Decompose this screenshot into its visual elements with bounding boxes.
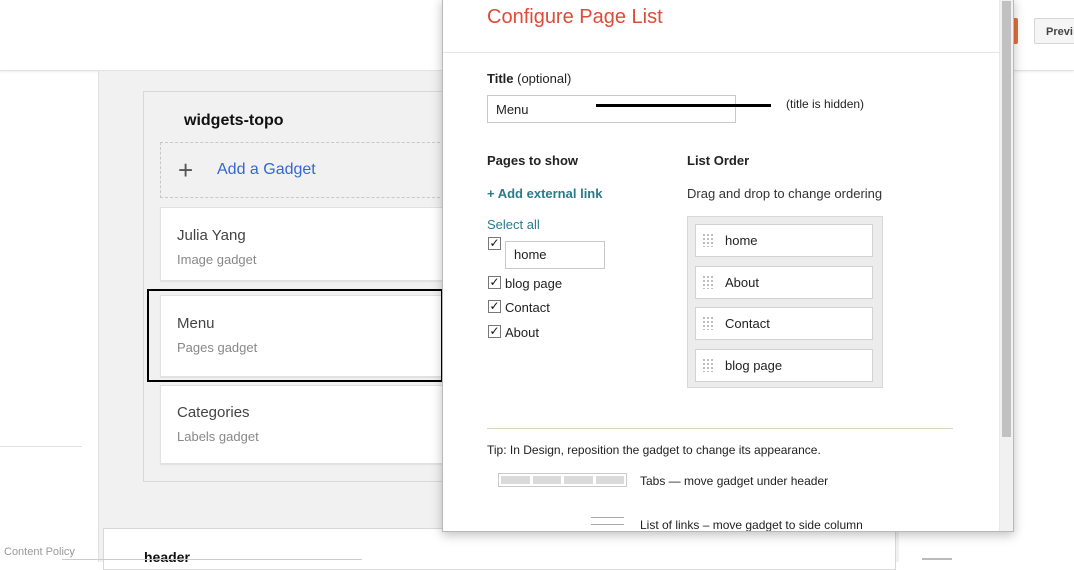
list-order-heading: List Order bbox=[687, 153, 750, 168]
gadget-name: Julia Yang bbox=[177, 227, 246, 244]
page-label: blog page bbox=[505, 276, 563, 291]
list-layout-icon bbox=[591, 517, 624, 531]
pages-heading: Pages to show bbox=[487, 153, 579, 168]
divider bbox=[922, 558, 952, 560]
configure-page-list-dialog: Configure Page List Title (optional) (ti… bbox=[442, 0, 1014, 532]
design-tip: Tip: In Design, reposition the gadget to… bbox=[487, 443, 821, 457]
highlight-annotation bbox=[147, 289, 443, 382]
strike-annotation bbox=[596, 104, 771, 107]
page-title-input[interactable]: home bbox=[505, 241, 605, 269]
order-item-label: About bbox=[725, 275, 759, 290]
select-all-link[interactable]: Select all bbox=[487, 217, 540, 232]
header-section-title: header bbox=[144, 549, 190, 565]
drag-handle-icon[interactable] bbox=[702, 358, 714, 372]
drag-handle-icon[interactable] bbox=[702, 275, 714, 289]
order-item-label: blog page bbox=[725, 358, 783, 373]
add-external-link[interactable]: + Add external link bbox=[487, 186, 602, 201]
page-label: Contact bbox=[505, 300, 550, 315]
divider bbox=[0, 446, 82, 447]
divider bbox=[62, 559, 362, 560]
page-label: About bbox=[505, 325, 539, 340]
order-item-label: Contact bbox=[725, 316, 770, 331]
drag-handle-icon[interactable] bbox=[702, 233, 714, 247]
header-section bbox=[103, 528, 896, 570]
gadget-type: Labels gadget bbox=[177, 429, 259, 444]
order-item[interactable]: About bbox=[695, 266, 873, 299]
scrollbar-thumb[interactable] bbox=[1002, 1, 1011, 437]
order-item[interactable]: Contact bbox=[695, 307, 873, 340]
list-hint: List of links – move gadget to side colu… bbox=[640, 518, 863, 532]
divider bbox=[443, 52, 1001, 53]
tabs-layout-icon bbox=[498, 473, 627, 487]
add-gadget-link[interactable]: Add a Gadget bbox=[217, 161, 316, 179]
order-item-label: home bbox=[725, 233, 758, 248]
order-item[interactable]: blog page bbox=[695, 349, 873, 382]
drag-instruction: Drag and drop to change ordering bbox=[687, 186, 883, 201]
title-input[interactable] bbox=[487, 95, 736, 123]
page-checkbox[interactable]: ✓ bbox=[488, 237, 501, 250]
content-policy-link[interactable]: Content Policy bbox=[4, 546, 75, 558]
order-item[interactable]: home bbox=[695, 224, 873, 257]
page-checkbox[interactable]: ✓ bbox=[488, 276, 501, 289]
section-title: widgets-topo bbox=[184, 112, 284, 129]
gadget-card[interactable]: Categories Labels gadget bbox=[160, 385, 450, 464]
drag-handle-icon[interactable] bbox=[702, 316, 714, 330]
preview-button[interactable]: Previ bbox=[1034, 18, 1074, 44]
tabs-hint: Tabs — move gadget under header bbox=[640, 474, 829, 488]
page-checkbox[interactable]: ✓ bbox=[488, 325, 501, 338]
title-label: Title (optional) bbox=[487, 71, 572, 86]
gadget-card[interactable]: Julia Yang Image gadget bbox=[160, 207, 450, 281]
gadget-name: Categories bbox=[177, 404, 250, 421]
plus-icon[interactable]: + bbox=[178, 156, 193, 184]
page-checkbox[interactable]: ✓ bbox=[488, 300, 501, 313]
dialog-title: Configure Page List bbox=[487, 6, 663, 28]
gadget-type: Image gadget bbox=[177, 252, 257, 267]
optional-hint: (optional) bbox=[517, 71, 572, 86]
title-hidden-note: (title is hidden) bbox=[786, 97, 865, 111]
divider bbox=[487, 428, 953, 429]
